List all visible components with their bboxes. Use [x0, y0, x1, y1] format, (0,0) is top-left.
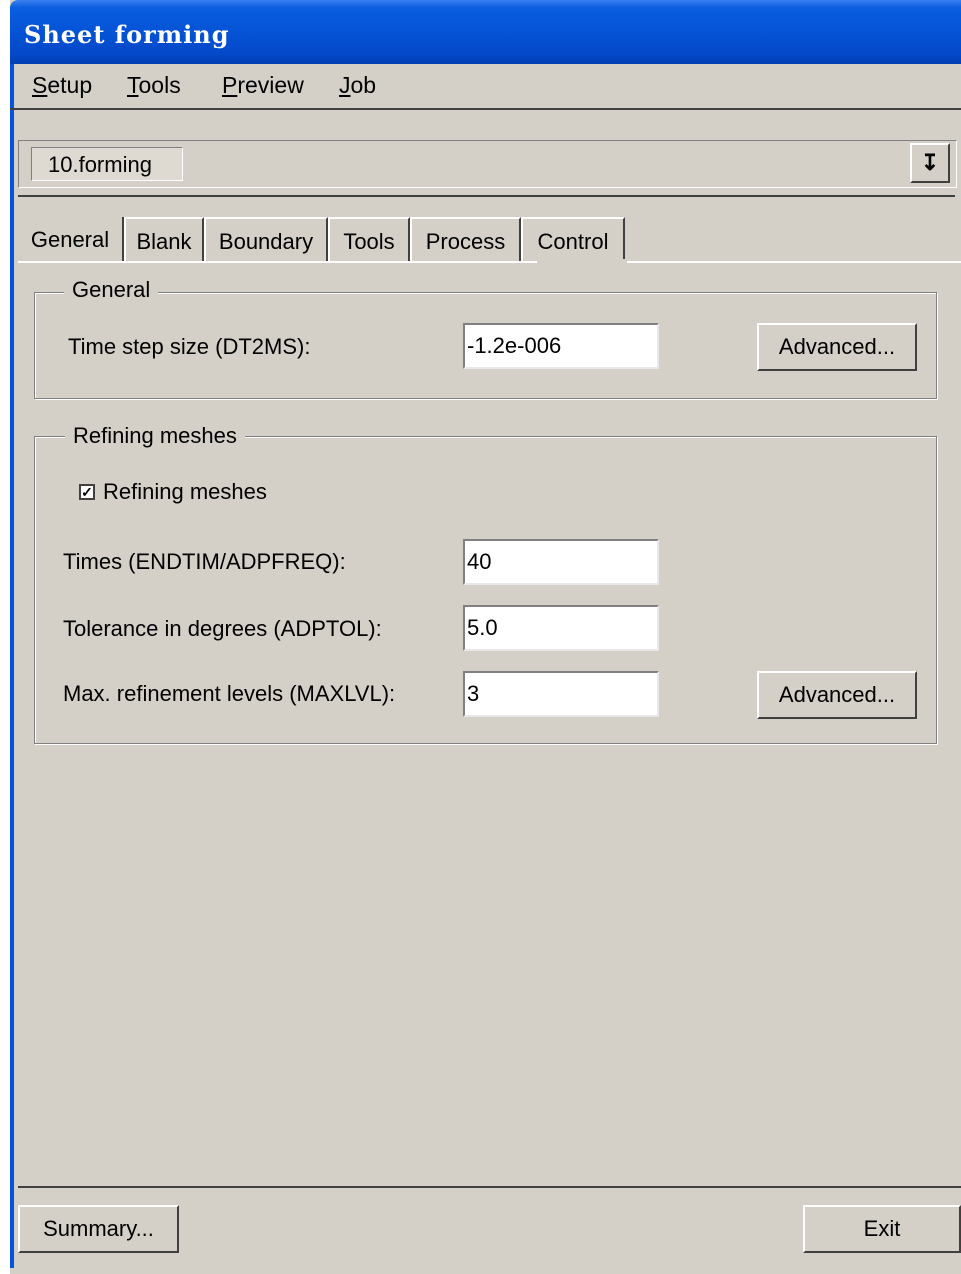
- time-step-input[interactable]: [463, 323, 659, 369]
- sheet-forming-window: Sheet forming Setup Tools Preview Job 10…: [10, 0, 961, 1274]
- tolerance-label: Tolerance in degrees (ADPTOL):: [63, 616, 382, 641]
- window-bottom-edge: [10, 1268, 961, 1274]
- footer-divider: [18, 1186, 961, 1188]
- tab-panel-top-edge: [18, 261, 961, 263]
- menu-bar: Setup Tools Preview Job: [10, 64, 961, 110]
- menu-setup-label: etup: [47, 72, 93, 98]
- menu-job[interactable]: Job: [339, 72, 376, 99]
- refining-group-legend: Refining meshes: [65, 423, 245, 449]
- refining-meshes-checkbox[interactable]: ✓: [79, 484, 95, 500]
- menu-preview-mnemonic: P: [222, 72, 238, 98]
- tab-process[interactable]: Process: [410, 217, 521, 261]
- tab-control[interactable]: Control: [521, 217, 625, 261]
- refining-meshes-checkbox-label[interactable]: Refining meshes: [103, 479, 267, 505]
- exit-button[interactable]: Exit: [803, 1205, 961, 1253]
- menu-tools-label: ools: [138, 72, 181, 98]
- selector-divider: [18, 195, 955, 197]
- time-step-label: Time step size (DT2MS):: [68, 334, 311, 359]
- general-group-legend: General: [64, 277, 159, 303]
- refining-advanced-button[interactable]: Advanced...: [757, 671, 917, 719]
- menu-tools[interactable]: Tools: [127, 72, 181, 99]
- active-tab-connector: [537, 259, 627, 263]
- title-bar[interactable]: Sheet forming: [10, 0, 961, 64]
- max-refinement-input[interactable]: [463, 671, 659, 717]
- menu-setup-mnemonic: S: [32, 72, 48, 98]
- summary-button[interactable]: Summary...: [18, 1205, 179, 1253]
- general-advanced-button[interactable]: Advanced...: [757, 323, 917, 371]
- menu-job-label: ob: [350, 72, 377, 98]
- checkmark-icon: ✓: [81, 484, 93, 500]
- window-title: Sheet forming: [24, 20, 230, 49]
- tab-blank[interactable]: Blank: [124, 217, 204, 261]
- menu-preview[interactable]: Preview: [222, 72, 304, 99]
- tolerance-input[interactable]: [463, 605, 659, 651]
- step-selector[interactable]: 10.forming ↧: [18, 140, 957, 188]
- tab-boundary[interactable]: Boundary: [204, 217, 328, 261]
- tab-tools[interactable]: Tools: [328, 217, 410, 261]
- times-input[interactable]: [463, 539, 659, 585]
- double-down-arrow-icon[interactable]: ↧: [910, 143, 950, 183]
- step-selector-value[interactable]: 10.forming: [31, 147, 183, 181]
- times-label: Times (ENDTIM/ADPFREQ):: [63, 549, 346, 574]
- menu-job-mnemonic: J: [339, 72, 351, 98]
- menu-setup[interactable]: Setup: [32, 72, 92, 99]
- menu-preview-label: review: [237, 72, 304, 98]
- tab-general[interactable]: General: [18, 217, 124, 261]
- menu-tools-mnemonic: T: [127, 72, 139, 98]
- window-left-border: [10, 64, 14, 1274]
- max-refinement-label: Max. refinement levels (MAXLVL):: [63, 681, 396, 706]
